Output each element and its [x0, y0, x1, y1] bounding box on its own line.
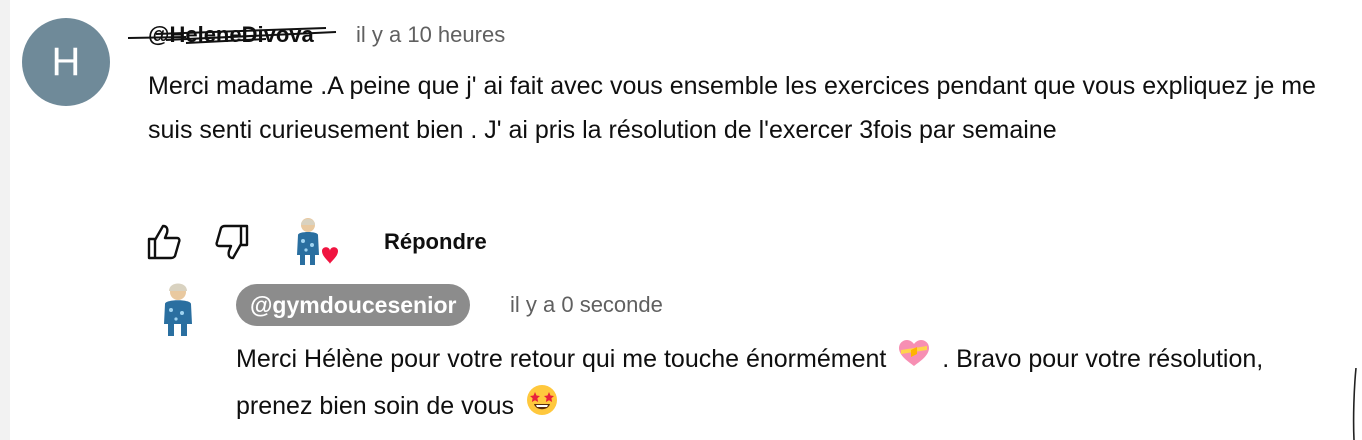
reply-text-part1: Merci Hélène pour votre retour qui me to… [236, 345, 887, 373]
reply-body: Merci Hélène pour votre retour qui me to… [236, 336, 1336, 432]
creator-heart[interactable] [286, 215, 342, 271]
scrollbar-edge [1352, 368, 1357, 440]
left-edge-strip [0, 0, 10, 440]
like-button[interactable] [140, 219, 186, 265]
reply-button[interactable]: Répondre [384, 227, 487, 257]
avatar-letter: H [51, 40, 81, 84]
creator-avatar-icon [164, 283, 192, 336]
star-struck-emoji [525, 383, 559, 432]
commenter-avatar[interactable]: H [22, 18, 110, 106]
sparkling-heart-emoji [897, 337, 931, 383]
comment-timestamp[interactable]: il y a 10 heures [356, 20, 505, 50]
thumb-up-icon [147, 224, 181, 260]
comment-header: @HeleneDivova [127, 20, 337, 50]
reply-avatar[interactable] [155, 280, 201, 338]
reply-timestamp[interactable]: il y a 0 seconde [510, 288, 663, 322]
dislike-button[interactable] [210, 219, 256, 265]
thumb-down-icon [215, 224, 249, 260]
creator-heart-icon [297, 218, 338, 265]
scribble-overlay [127, 27, 337, 44]
comment-actions: Répondre [140, 215, 540, 271]
comment-body: Merci madame .A peine que j' ai fait ave… [148, 72, 1316, 144]
reply-author-badge[interactable]: @gymdoucesenior [236, 284, 471, 326]
